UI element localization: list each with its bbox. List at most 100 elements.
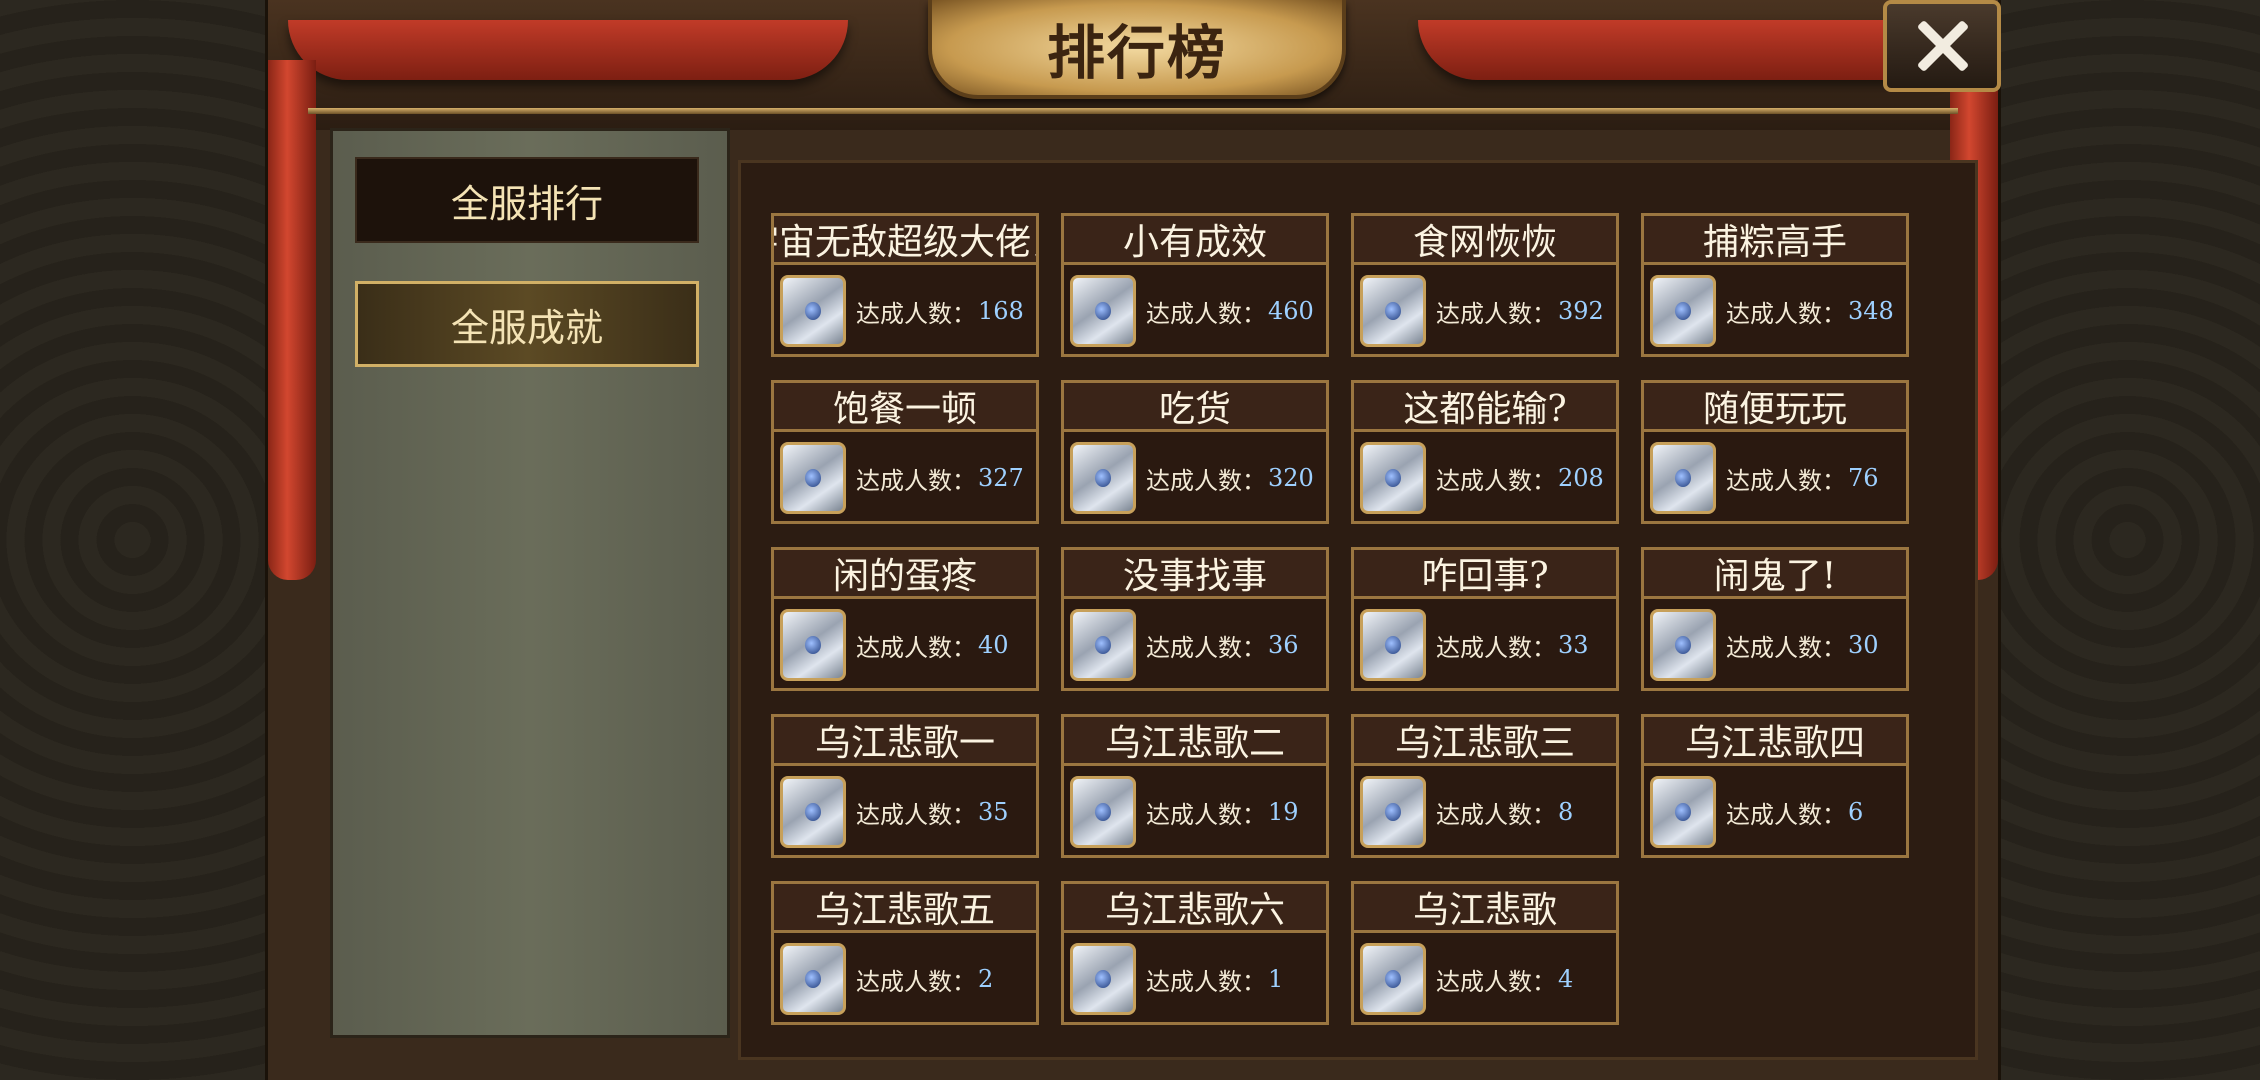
achievement-card[interactable]: 饱餐一顿 达成人数： 327: [771, 380, 1039, 524]
medal-icon: [1360, 943, 1426, 1015]
achievement-body: 达成人数： 19: [1064, 766, 1326, 858]
tab-server-achievement[interactable]: 全服成就: [355, 281, 699, 367]
achievement-name: 乌江悲歌五: [774, 884, 1036, 933]
achievement-body: 达成人数： 168: [774, 265, 1036, 357]
achievement-card[interactable]: 吃货 达成人数： 320: [1061, 380, 1329, 524]
achievement-body: 达成人数： 460: [1064, 265, 1326, 357]
window-title: 排行榜: [1046, 18, 1227, 87]
close-icon: [1914, 18, 1970, 74]
leaderboard-panel: 排行榜 全服排行 全服成就 宇宙无敌超级大佬鼠 达成人数： 168 小有成效 达…: [265, 0, 2001, 1080]
count-label: 达成人数：: [1146, 633, 1266, 662]
medal-icon: [1360, 442, 1426, 514]
achievement-card[interactable]: 乌江悲歌三 达成人数： 8: [1351, 714, 1619, 858]
achievement-body: 达成人数： 76: [1644, 432, 1906, 524]
sidebar: 全服排行 全服成就: [330, 128, 730, 1038]
achievement-body: 达成人数： 392: [1354, 265, 1616, 357]
achievement-card[interactable]: 捕粽高手 达成人数： 348: [1641, 213, 1909, 357]
count-value: 392: [1558, 297, 1604, 325]
count-label: 达成人数：: [1146, 967, 1266, 996]
achievement-card[interactable]: 食网恢恢 达成人数： 392: [1351, 213, 1619, 357]
achievement-name: 闲的蛋疼: [774, 550, 1036, 599]
medal-icon: [780, 275, 846, 347]
achievement-card[interactable]: 小有成效 达成人数： 460: [1061, 213, 1329, 357]
medal-icon: [1360, 776, 1426, 848]
achievement-name: 咋回事?: [1354, 550, 1616, 599]
achievement-card[interactable]: 咋回事? 达成人数： 33: [1351, 547, 1619, 691]
count-label: 达成人数：: [1436, 466, 1556, 495]
count-value: 35: [978, 798, 1009, 826]
achievement-name: 乌江悲歌: [1354, 884, 1616, 933]
count-value: 4: [1558, 965, 1574, 993]
count-label: 达成人数：: [856, 800, 976, 829]
achievement-name: 吃货: [1064, 383, 1326, 432]
count-value: 76: [1848, 464, 1879, 492]
count-label: 达成人数：: [1436, 800, 1556, 829]
medal-icon: [1650, 275, 1716, 347]
achievement-body: 达成人数： 320: [1064, 432, 1326, 524]
medal-icon: [780, 442, 846, 514]
close-button[interactable]: [1883, 0, 2001, 92]
count-value: 320: [1268, 464, 1314, 492]
medal-icon: [1070, 943, 1136, 1015]
count-value: 33: [1558, 631, 1589, 659]
achievement-card[interactable]: 乌江悲歌六 达成人数： 1: [1061, 881, 1329, 1025]
achievement-card[interactable]: 乌江悲歌一 达成人数： 35: [771, 714, 1039, 858]
achievement-name: 乌江悲歌一: [774, 717, 1036, 766]
count-label: 达成人数：: [1146, 800, 1266, 829]
medal-icon: [1650, 609, 1716, 681]
medal-icon: [780, 943, 846, 1015]
count-label: 达成人数：: [1436, 299, 1556, 328]
achievement-card[interactable]: 宇宙无敌超级大佬鼠 达成人数： 168: [771, 213, 1039, 357]
medal-icon: [1360, 275, 1426, 347]
achievement-name: 食网恢恢: [1354, 216, 1616, 265]
count-value: 30: [1848, 631, 1879, 659]
medal-icon: [780, 776, 846, 848]
curtain-left: [288, 20, 848, 80]
achievement-body: 达成人数： 33: [1354, 599, 1616, 691]
count-value: 327: [978, 464, 1024, 492]
achievement-body: 达成人数： 348: [1644, 265, 1906, 357]
count-value: 168: [978, 297, 1024, 325]
achievement-card[interactable]: 随便玩玩 达成人数： 76: [1641, 380, 1909, 524]
achievement-body: 达成人数： 30: [1644, 599, 1906, 691]
achievement-card[interactable]: 闹鬼了! 达成人数： 30: [1641, 547, 1909, 691]
achievement-card[interactable]: 没事找事 达成人数： 36: [1061, 547, 1329, 691]
tab-label: 全服排行: [450, 181, 603, 226]
count-label: 达成人数：: [1726, 299, 1846, 328]
achievement-body: 达成人数： 1: [1064, 933, 1326, 1025]
achievement-card[interactable]: 乌江悲歌五 达成人数： 2: [771, 881, 1039, 1025]
medal-icon: [1070, 609, 1136, 681]
achievement-body: 达成人数： 327: [774, 432, 1036, 524]
achievement-card[interactable]: 乌江悲歌 达成人数： 4: [1351, 881, 1619, 1025]
achievement-card[interactable]: 乌江悲歌四 达成人数： 6: [1641, 714, 1909, 858]
count-label: 达成人数：: [856, 299, 976, 328]
achievement-name: 乌江悲歌二: [1064, 717, 1326, 766]
achievement-name: 小有成效: [1064, 216, 1326, 265]
count-label: 达成人数：: [1436, 967, 1556, 996]
achievement-name: 乌江悲歌四: [1644, 717, 1906, 766]
count-label: 达成人数：: [856, 967, 976, 996]
count-label: 达成人数：: [1146, 299, 1266, 328]
achievement-card[interactable]: 闲的蛋疼 达成人数： 40: [771, 547, 1039, 691]
achievement-body: 达成人数： 40: [774, 599, 1036, 691]
achievement-name: 闹鬼了!: [1644, 550, 1906, 599]
achievement-name: 乌江悲歌六: [1064, 884, 1326, 933]
count-value: 348: [1848, 297, 1894, 325]
achievement-card[interactable]: 乌江悲歌二 达成人数： 19: [1061, 714, 1329, 858]
achievement-card[interactable]: 这都能输? 达成人数： 208: [1351, 380, 1619, 524]
count-value: 36: [1268, 631, 1299, 659]
achievement-body: 达成人数： 6: [1644, 766, 1906, 858]
achievement-name: 捕粽高手: [1644, 216, 1906, 265]
count-value: 460: [1268, 297, 1314, 325]
title-plate: 排行榜: [928, 0, 1346, 99]
medal-icon: [1360, 609, 1426, 681]
header-divider: [308, 108, 1958, 114]
achievement-body: 达成人数： 8: [1354, 766, 1616, 858]
tab-server-ranking[interactable]: 全服排行: [355, 157, 699, 243]
count-value: 8: [1558, 798, 1574, 826]
count-value: 208: [1558, 464, 1604, 492]
achievement-name: 宇宙无敌超级大佬鼠: [774, 216, 1036, 265]
count-label: 达成人数：: [1726, 800, 1846, 829]
achievement-body: 达成人数： 208: [1354, 432, 1616, 524]
achievement-name: 这都能输?: [1354, 383, 1616, 432]
